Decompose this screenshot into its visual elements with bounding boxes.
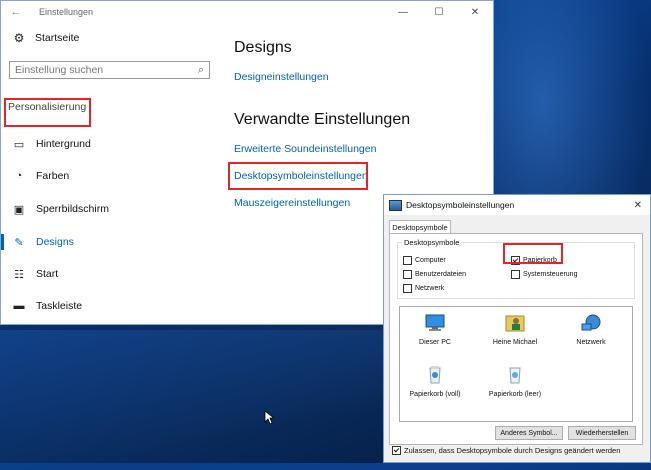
- checkbox-label: Computer: [415, 257, 446, 264]
- brush-icon: ✎: [14, 236, 24, 249]
- sidebar-item-label: Taskleiste: [36, 300, 83, 312]
- checkbox-netzwerk[interactable]: Netzwerk: [403, 284, 444, 293]
- allow-label: Zulassen, dass Desktopsymbole durch Desi…: [404, 446, 621, 455]
- sidebar-item-label: Start: [36, 268, 59, 280]
- mouse-pointer-settings-link[interactable]: Mauszeigereinstellungen: [234, 197, 350, 209]
- taskbar-icon: ▬: [13, 300, 25, 312]
- dialog-titlebar: Desktopsymboleinstellungen ✕: [384, 195, 650, 215]
- window-title: Einstellungen: [39, 7, 94, 17]
- checkbox-label: Netzwerk: [415, 285, 445, 292]
- icon-preview-list: Dieser PC Heine Michael Netzwerk Papierk…: [399, 306, 633, 422]
- checkbox-label: Systemsteuerung: [523, 271, 578, 278]
- allow-themes-checkbox[interactable]: Zulassen, dass Desktopsymbole durch Desi…: [392, 446, 620, 455]
- sidebar-item-label: Farben: [36, 170, 70, 182]
- icon-label: Dieser PC: [419, 339, 451, 346]
- dialog-close-button[interactable]: ✕: [634, 200, 642, 211]
- settings-titlebar: ← Einstellungen — ☐ ✕: [1, 1, 493, 23]
- icon-item-heine-michael[interactable]: Heine Michael: [484, 313, 546, 346]
- checkbox-box[interactable]: [392, 446, 401, 455]
- icon-item-papierkorb-leer[interactable]: Papierkorb (leer): [484, 365, 546, 398]
- icon-label: Heine Michael: [492, 339, 538, 346]
- sound-settings-link[interactable]: Erweiterte Soundeinstellungen: [234, 143, 376, 155]
- design-settings-link[interactable]: Designeinstellungen: [234, 71, 329, 83]
- related-settings-heading: Verwandte Einstellungen: [234, 111, 411, 128]
- checkbox-systemsteuerung[interactable]: Systemsteuerung: [511, 270, 577, 279]
- highlight-box-desktop-icons: [228, 162, 368, 190]
- checkbox-label: Benutzerdateien: [415, 271, 466, 278]
- sidebar-item-label: Designs: [36, 236, 74, 248]
- sidebar-item-farben[interactable]: ◔ Farben: [1, 164, 226, 188]
- maximize-button[interactable]: ☐: [421, 7, 457, 18]
- close-button[interactable]: ✕: [457, 7, 493, 18]
- home-link[interactable]: ⚙ Startseite: [1, 23, 226, 53]
- checkbox-box[interactable]: [511, 270, 520, 279]
- palette-icon: ◔: [15, 170, 23, 182]
- tab-panel: Desktopsymbole Computer Papierkorb Benut…: [389, 233, 643, 445]
- mouse-cursor-icon: [264, 410, 274, 425]
- highlight-box-papierkorb: [503, 243, 563, 264]
- gear-icon: ⚙: [13, 31, 25, 45]
- checkbox-box[interactable]: [403, 284, 412, 293]
- sidebar-item-start[interactable]: ☷ Start: [1, 262, 226, 286]
- group-label: Desktopsymbole: [402, 238, 462, 247]
- icon-item-papierkorb-voll[interactable]: Papierkorb (voll): [404, 365, 466, 398]
- window-controls: — ☐ ✕: [385, 7, 493, 18]
- tab-desktopsymbole[interactable]: Desktopsymbole: [389, 220, 451, 234]
- icon-label: Netzwerk: [576, 339, 606, 346]
- icon-label: Papierkorb (voll): [409, 391, 461, 398]
- dialog-title: Desktopsymboleinstellungen: [406, 200, 515, 210]
- sidebar-item-designs[interactable]: ✎ Designs: [1, 230, 226, 254]
- checkbox-computer[interactable]: Computer: [403, 256, 446, 265]
- picture-icon: ▭: [13, 138, 25, 151]
- icon-item-dieser-pc[interactable]: Dieser PC: [404, 313, 466, 346]
- back-arrow-icon[interactable]: ←: [7, 6, 25, 18]
- checkbox-benutzerdateien[interactable]: Benutzerdateien: [403, 270, 466, 279]
- user-folder-icon: [505, 315, 525, 332]
- sidebar-item-hintergrund[interactable]: ▭ Hintergrund: [1, 132, 226, 156]
- sidebar-item-taskleiste[interactable]: ▬ Taskleiste: [1, 294, 226, 318]
- desktop-icon-settings-dialog: Desktopsymboleinstellungen ✕ Desktopsymb…: [383, 194, 651, 463]
- sidebar-item-sperrbildschirm[interactable]: ▣ Sperrbildschirm: [1, 197, 226, 221]
- search-placeholder: Einstellung suchen: [15, 64, 104, 76]
- icon-label: Papierkorb (leer): [488, 391, 542, 398]
- page-title: Designs: [234, 39, 292, 56]
- icon-item-netzwerk[interactable]: Netzwerk: [560, 313, 622, 346]
- recycle-bin-full-icon: [429, 366, 441, 384]
- sidebar-item-label: Sperrbildschirm: [36, 203, 109, 215]
- minimize-button[interactable]: —: [385, 7, 421, 18]
- start-icon: ☷: [14, 268, 24, 281]
- network-icon: [581, 314, 601, 331]
- home-label: Startseite: [35, 32, 80, 44]
- search-input[interactable]: Einstellung suchen ⌕: [9, 61, 210, 79]
- dialog-icon: [389, 199, 402, 211]
- sidebar-item-label: Hintergrund: [36, 138, 91, 150]
- desktop-ray: [0, 330, 400, 470]
- checkbox-box[interactable]: [403, 270, 412, 279]
- recycle-bin-empty-icon: [509, 367, 521, 384]
- checkbox-box[interactable]: [403, 256, 412, 265]
- highlight-box-personalisierung: [4, 98, 91, 127]
- settings-sidebar: ⚙ Startseite Einstellung suchen ⌕ Person…: [1, 23, 226, 312]
- search-icon[interactable]: ⌕: [198, 64, 204, 77]
- restore-button[interactable]: Wiederherstellen: [568, 426, 636, 440]
- pc-icon: [425, 314, 445, 331]
- lockscreen-icon: ▣: [13, 203, 25, 216]
- change-icon-button[interactable]: Anderes Symbol...: [495, 426, 563, 440]
